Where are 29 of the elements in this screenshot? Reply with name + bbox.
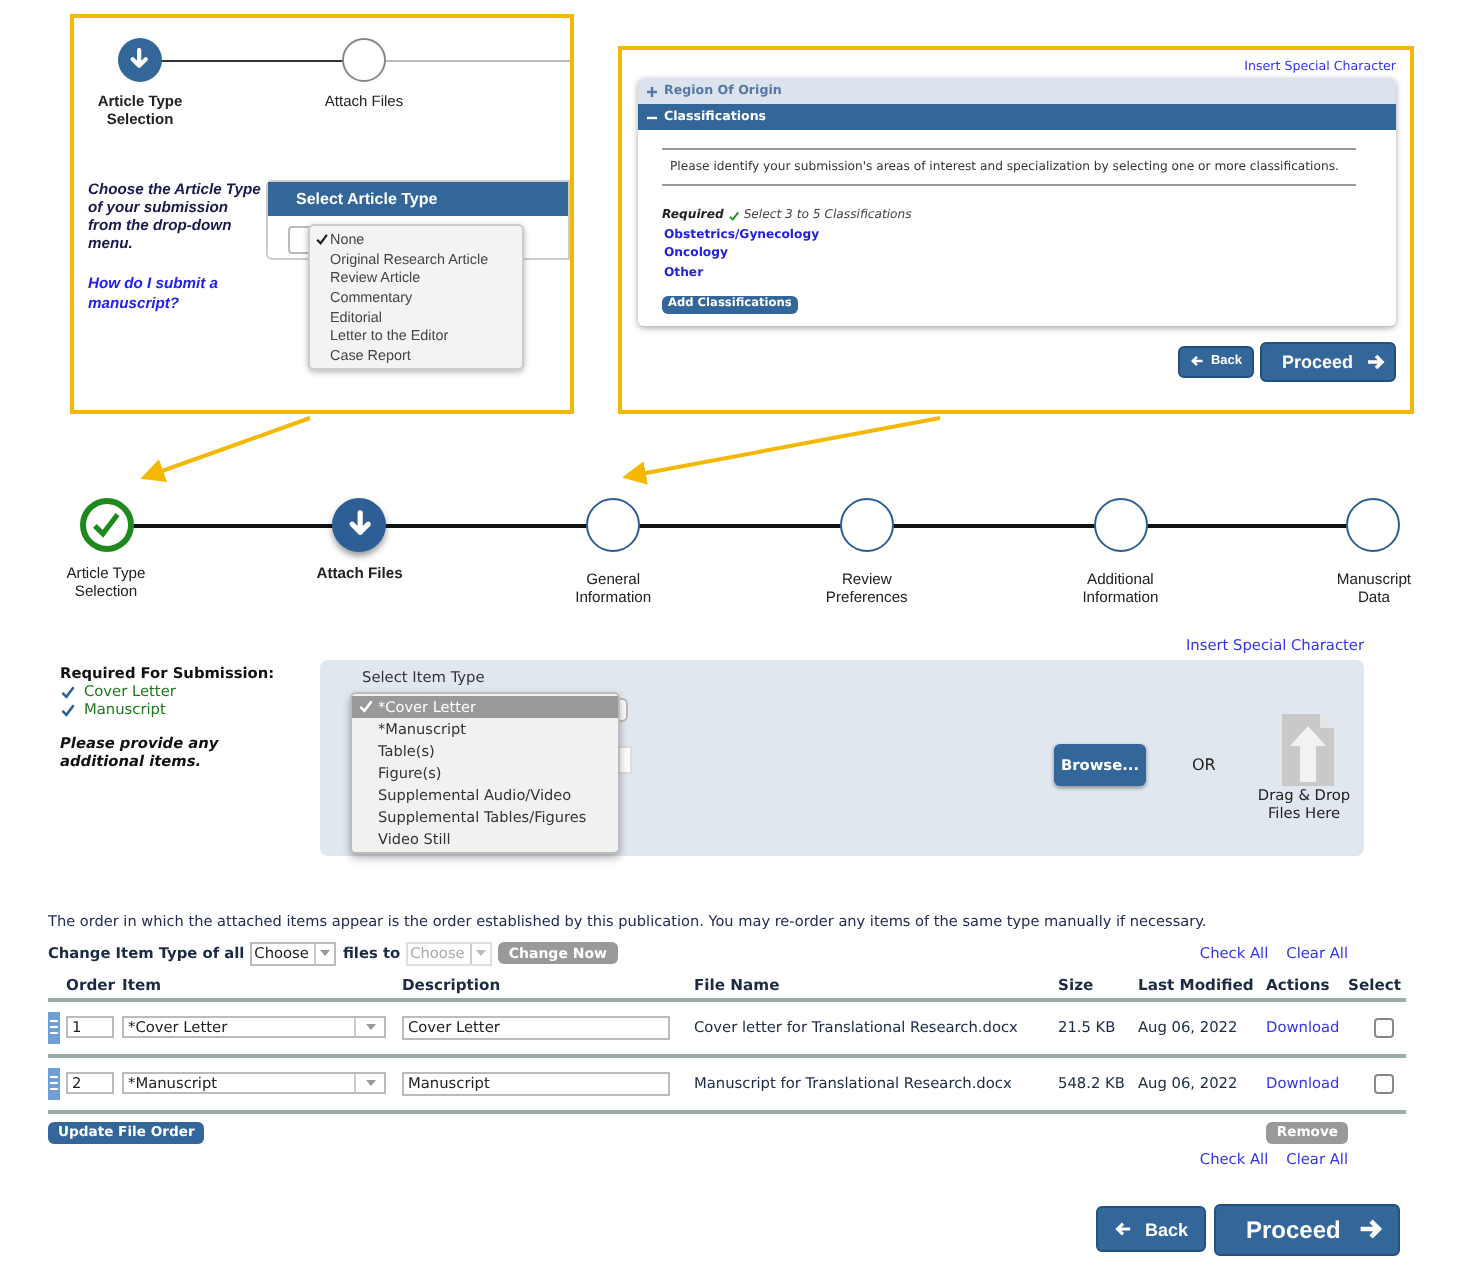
arrow-left-icon [1190,354,1205,368]
checkbox[interactable] [1374,1073,1394,1094]
step-circle[interactable] [839,498,894,552]
drag-handle-icon[interactable] [48,1067,60,1100]
or-text: OR [1192,755,1216,774]
back-button[interactable]: Back [1096,1206,1206,1253]
arrow-left-icon [1114,1220,1133,1239]
step-circle[interactable] [332,498,387,552]
step-circle[interactable] [118,38,162,82]
step-circle[interactable] [342,38,386,82]
caret-icon [365,1024,375,1031]
arrow-right-icon [1358,1216,1384,1243]
panel-title: Select Article Type [268,182,568,216]
arrow-right-icon [1366,351,1386,371]
drag-handle-icon[interactable] [48,1011,60,1044]
step-circle[interactable] [79,498,133,552]
caret-icon [365,1080,375,1087]
checkbox[interactable] [1374,1017,1394,1038]
caret-icon [476,950,487,957]
step-circle[interactable] [586,498,641,552]
step-circle[interactable] [1346,498,1401,552]
checkmark-icon [89,508,123,542]
proceed-button[interactable]: Proceed [1214,1203,1400,1256]
step-circle[interactable] [1093,498,1148,552]
checkmark-icon [358,698,374,715]
caret-icon [320,950,331,957]
checkmark-icon [727,209,740,221]
arrow-down-icon [126,46,154,74]
proceed-button[interactable]: Proceed [1260,341,1396,381]
